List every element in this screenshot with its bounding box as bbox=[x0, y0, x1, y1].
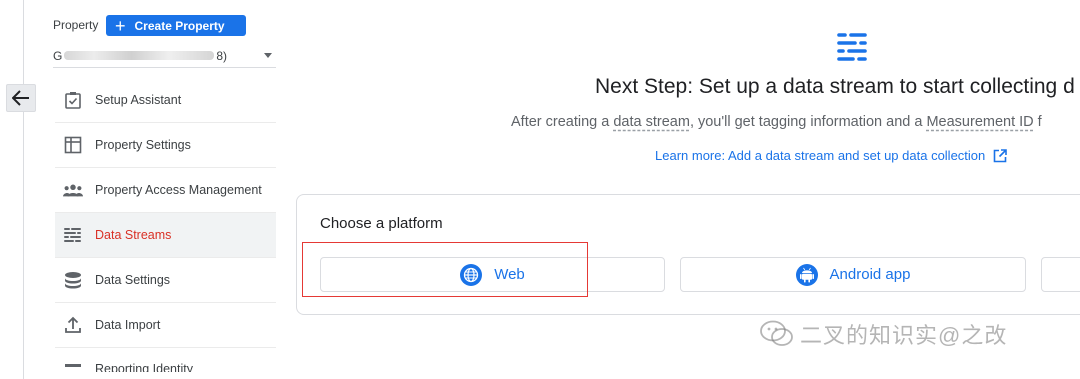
back-button[interactable] bbox=[6, 84, 36, 112]
android-platform-button[interactable]: Android app bbox=[680, 257, 1026, 292]
settings-panel-icon bbox=[63, 135, 83, 155]
watermark-text: 二叉的知识实@之改 bbox=[800, 323, 1008, 348]
nav-item-data-streams[interactable]: Data Streams bbox=[55, 213, 276, 258]
create-property-button[interactable]: + Create Property bbox=[106, 15, 246, 36]
subheading-text: f bbox=[1033, 114, 1042, 130]
checklist-icon bbox=[63, 90, 83, 110]
learn-more-text: Learn more: Add a data stream and set up… bbox=[655, 148, 986, 163]
external-link-icon bbox=[993, 148, 1008, 162]
web-label: Web bbox=[494, 266, 525, 283]
web-platform-button[interactable]: Web bbox=[320, 257, 665, 292]
ios-platform-button[interactable] bbox=[1041, 257, 1080, 292]
data-stream-term[interactable]: data stream bbox=[613, 114, 690, 130]
people-icon bbox=[63, 180, 83, 200]
nav-label: Data Streams bbox=[95, 228, 172, 242]
database-icon bbox=[63, 270, 83, 290]
property-selector-prefix: G bbox=[53, 48, 63, 63]
android-icon bbox=[795, 263, 818, 286]
platform-card bbox=[296, 194, 1080, 315]
nav-label: Property Access Management bbox=[95, 183, 262, 197]
nav-label: Reporting Identity bbox=[95, 362, 193, 372]
page-heading: Next Step: Set up a data stream to start… bbox=[595, 75, 1075, 98]
nav-label: Setup Assistant bbox=[95, 93, 182, 107]
choose-platform-title: Choose a platform bbox=[320, 215, 443, 232]
left-rail bbox=[0, 0, 24, 379]
property-selector-suffix: 8) bbox=[216, 48, 228, 63]
create-property-label: Create Property bbox=[134, 18, 225, 33]
redacted-property-name bbox=[64, 51, 215, 60]
plus-icon: + bbox=[115, 15, 126, 36]
wechat-logo-icon bbox=[760, 320, 793, 346]
dropdown-caret-icon bbox=[264, 53, 272, 58]
data-streams-hero-icon bbox=[836, 32, 868, 67]
arrow-left-icon bbox=[12, 90, 29, 106]
property-selector[interactable]: G 8) bbox=[53, 44, 276, 68]
property-nav: Setup Assistant Property Settings Proper… bbox=[55, 78, 276, 372]
android-label: Android app bbox=[829, 266, 911, 283]
upload-icon bbox=[63, 315, 83, 335]
nav-item-property-settings[interactable]: Property Settings bbox=[55, 123, 276, 168]
nav-item-data-import[interactable]: Data Import bbox=[55, 303, 276, 348]
nav-item-data-settings[interactable]: Data Settings bbox=[55, 258, 276, 303]
nav-label: Property Settings bbox=[95, 138, 191, 152]
subheading: After creating a data stream, you'll get… bbox=[511, 114, 1042, 130]
property-label: Property bbox=[53, 18, 99, 32]
subheading-text: After creating a bbox=[511, 114, 614, 130]
globe-icon bbox=[460, 263, 483, 286]
learn-more-link[interactable]: Learn more: Add a data stream and set up… bbox=[655, 148, 1008, 163]
nav-item-setup-assistant[interactable]: Setup Assistant bbox=[55, 78, 276, 123]
measurement-id-term[interactable]: Measurement ID bbox=[926, 114, 1033, 130]
nav-item-reporting-identity[interactable]: Reporting Identity bbox=[55, 348, 276, 372]
reporting-identity-icon bbox=[63, 362, 83, 372]
nav-label: Data Import bbox=[95, 318, 161, 332]
nav-label: Data Settings bbox=[95, 273, 171, 287]
nav-item-property-access-management[interactable]: Property Access Management bbox=[55, 168, 276, 213]
subheading-text: , you'll get tagging information and a bbox=[689, 114, 927, 130]
watermark: 二叉的知识实@之改 bbox=[760, 318, 1007, 350]
data-streams-icon bbox=[63, 225, 83, 245]
